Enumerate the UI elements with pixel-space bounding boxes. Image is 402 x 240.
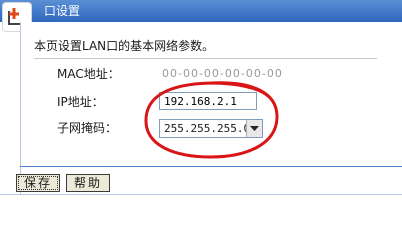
bottom-border	[0, 194, 402, 210]
subnet-mask-label: 子网掩码：	[57, 121, 118, 135]
save-button[interactable]: 保存	[16, 174, 60, 192]
page-description: 本页设置LAN口的基本网络参数。	[34, 39, 215, 53]
mac-label: MAC地址：	[57, 67, 120, 81]
window-title: 口设置	[44, 4, 81, 18]
divider	[34, 58, 377, 59]
footer-divider	[20, 166, 402, 167]
title-bar: 口设置	[0, 0, 402, 22]
router-settings-window: 口设置 本页设置LAN口的基本网络参数。 MAC地址： 00-00-00-00-…	[0, 0, 402, 210]
red-annotation-circle	[144, 81, 279, 159]
ip-label: IP地址：	[57, 95, 104, 109]
help-button[interactable]: 帮助	[66, 174, 110, 192]
